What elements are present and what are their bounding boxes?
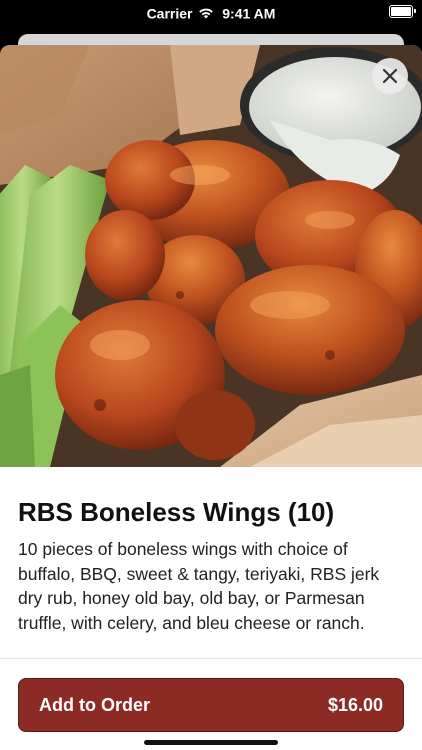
add-to-order-button[interactable]: Add to Order $16.00 (18, 678, 404, 732)
status-center: Carrier 9:41 AM (0, 4, 422, 21)
add-to-order-label: Add to Order (39, 694, 150, 715)
item-photo (0, 45, 422, 467)
item-description: 10 pieces of boneless wings with choice … (18, 539, 380, 633)
wings-photo-illustration (0, 45, 422, 467)
item-title: RBS Boneless Wings (10) (18, 497, 335, 527)
time-label: 9:41 AM (222, 5, 276, 22)
item-details: RBS Boneless Wings (10) 10 pieces of bon… (18, 495, 404, 635)
item-price: $16.00 (327, 694, 383, 715)
item-detail-sheet: RBS Boneless Wings (10) 10 pieces of bon… (0, 45, 422, 750)
carrier-label: Carrier (146, 5, 193, 22)
divider (0, 658, 422, 659)
close-icon (382, 68, 398, 84)
close-button[interactable] (372, 58, 408, 94)
home-indicator (144, 740, 278, 745)
wifi-icon (199, 8, 214, 19)
battery-icon (389, 5, 416, 18)
battery-fill (391, 7, 411, 16)
status-bar: Carrier 9:41 AM (0, 0, 422, 30)
